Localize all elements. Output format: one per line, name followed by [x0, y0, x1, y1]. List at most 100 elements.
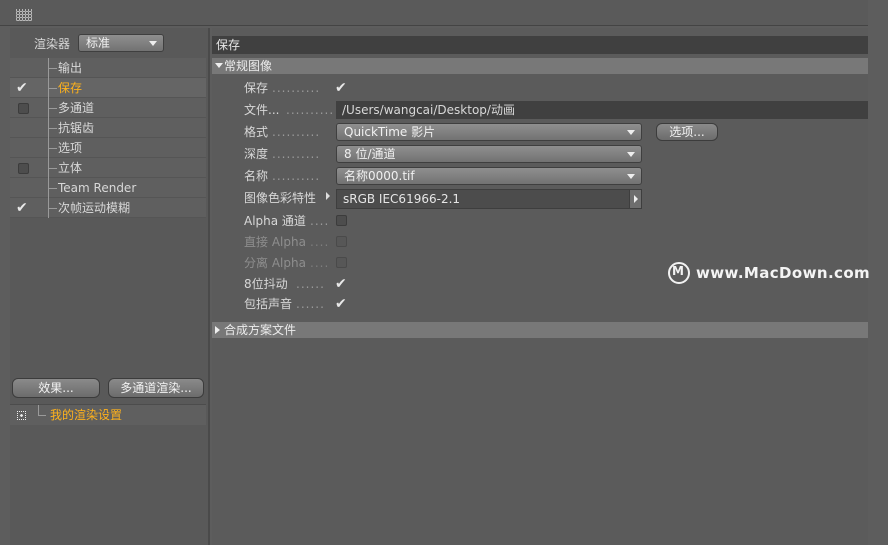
tree-branch [38, 405, 46, 416]
leader-dots: .......... [272, 169, 321, 183]
color-profile-field[interactable]: sRGB IEC61966-2.1 [336, 189, 642, 209]
sound-label: 包括声音 [244, 297, 293, 311]
save-row: 保存 .......... ✔ [244, 78, 864, 98]
alpha-label: Alpha 通道 [244, 214, 306, 228]
leader-dots: .......... [286, 103, 334, 117]
renderer-label: 渲染器 [34, 36, 71, 51]
tree-branch [48, 118, 57, 138]
section-label: 常规图像 [224, 59, 273, 73]
save-checkbox[interactable]: ✔ [335, 78, 347, 98]
depth-value: 8 位/通道 [344, 147, 396, 161]
expand-triangle-icon [215, 326, 220, 334]
left-panel: 渲染器 标准 输出 ✔ 保存 多通道 抗锯齿 选项 立体 Team Render… [10, 28, 208, 545]
format-dropdown[interactable]: QuickTime 影片 [336, 123, 642, 141]
render-setting-label: 我的渲染设置 [50, 408, 123, 422]
macdown-logo-icon [668, 262, 690, 284]
chevron-down-icon [149, 41, 158, 46]
alpha-checkbox[interactable] [336, 215, 347, 226]
leader-dots: ...... [296, 277, 325, 291]
file-label: 文件... [244, 103, 280, 117]
name-label: 名称 [244, 169, 269, 183]
collapse-triangle-icon [215, 63, 223, 68]
watermark-text: www.MacDown.com [696, 264, 871, 282]
tree-item-save[interactable]: ✔ 保存 [10, 78, 206, 98]
checkmark-icon[interactable]: ✔ [16, 199, 28, 217]
file-path-input[interactable]: /Users/wangcai/Desktop/动画 [336, 101, 868, 119]
enable-checkbox[interactable] [18, 103, 29, 114]
tree-branch [48, 98, 57, 118]
straight-alpha-label: 直接 Alpha [244, 235, 306, 249]
leader-dots: .... [310, 235, 330, 249]
depth-dropdown[interactable]: 8 位/通道 [336, 145, 642, 163]
straight-alpha-checkbox[interactable] [336, 236, 347, 247]
leader-dots: .......... [272, 81, 321, 95]
leader-dots: ...... [296, 297, 325, 311]
title-bar [0, 0, 868, 26]
separate-alpha-label: 分离 Alpha [244, 256, 306, 270]
sound-checkbox[interactable]: ✔ [335, 294, 347, 314]
section-general-image[interactable]: 常规图像 [212, 58, 868, 74]
renderer-value: 标准 [86, 36, 111, 50]
multipass-render-button[interactable]: 多通道渲染... [108, 378, 204, 398]
leader-dots: .......... [272, 125, 321, 139]
section-label: 合成方案文件 [224, 323, 297, 337]
color-profile-label: 图像色彩特性 [244, 191, 317, 205]
color-profile-row: 图像色彩特性 sRGB IEC61966-2.1 [244, 188, 864, 209]
right-panel: 保存 常规图像 保存 .......... ✔ 文件... ..........… [212, 28, 868, 545]
panel-title: 保存 [212, 36, 868, 54]
alpha-row: Alpha 通道 .... [244, 211, 864, 231]
renderer-row: 渲染器 标准 [34, 34, 165, 52]
name-row: 名称 .......... 名称0000.tif [244, 166, 864, 186]
effects-button[interactable]: 效果... [12, 378, 100, 398]
file-row: 文件... .......... /Users/wangcai/Desktop/… [244, 100, 868, 120]
triangle-right-icon[interactable] [326, 192, 330, 200]
panel-divider[interactable] [208, 28, 210, 545]
format-value: QuickTime 影片 [344, 125, 436, 139]
format-row: 格式 .......... QuickTime 影片 选项... [244, 122, 864, 142]
chevron-down-icon [627, 130, 635, 135]
tree-item-label: 抗锯齿 [58, 121, 95, 135]
tree-branch [48, 198, 57, 218]
depth-row: 深度 .......... 8 位/通道 [244, 144, 864, 164]
tree-item-output[interactable]: 输出 [10, 58, 206, 78]
save-label: 保存 [244, 81, 269, 95]
checkmark-icon[interactable]: ✔ [16, 79, 28, 97]
leader-dots: .... [310, 214, 330, 228]
tree-item-label: 选项 [58, 141, 83, 155]
depth-label: 深度 [244, 147, 269, 161]
color-profile-value: sRGB IEC61966-2.1 [343, 192, 461, 206]
straight-alpha-row: 直接 Alpha .... [244, 232, 864, 252]
tree-branch [48, 58, 57, 78]
grip-icon[interactable] [16, 9, 32, 21]
tree-branch [48, 178, 57, 198]
chevron-down-icon [627, 174, 635, 179]
tree-item-label: 立体 [58, 161, 83, 175]
tree-item-options[interactable]: 选项 [10, 138, 206, 158]
separate-alpha-checkbox[interactable] [336, 257, 347, 268]
expand-icon[interactable] [17, 411, 26, 420]
leader-dots: .... [310, 256, 330, 270]
section-compositing-file[interactable]: 合成方案文件 [212, 322, 868, 338]
dither-checkbox[interactable]: ✔ [335, 274, 347, 294]
settings-tree: 输出 ✔ 保存 多通道 抗锯齿 选项 立体 Team Render ✔ 次帧运动… [10, 58, 206, 218]
tree-item-stereo[interactable]: 立体 [10, 158, 206, 178]
enable-checkbox[interactable] [18, 163, 29, 174]
options-button[interactable]: 选项... [656, 123, 718, 141]
arrow-right-icon[interactable] [629, 190, 641, 208]
render-setting-item[interactable]: 我的渲染设置 [10, 405, 206, 425]
sound-row: 包括声音 ...... ✔ [244, 294, 864, 314]
tree-item-motion-blur[interactable]: ✔ 次帧运动模糊 [10, 198, 206, 218]
leader-dots: .......... [272, 147, 321, 161]
dither-label: 8位抖动 [244, 277, 288, 291]
watermark: www.MacDown.com [668, 262, 870, 284]
render-settings-list: 我的渲染设置 [10, 404, 206, 545]
tree-item-team-render[interactable]: Team Render [10, 178, 206, 198]
tree-item-label: 多通道 [58, 101, 95, 115]
tree-item-label: 保存 [58, 81, 83, 95]
tree-item-antialiasing[interactable]: 抗锯齿 [10, 118, 206, 138]
tree-branch [48, 138, 57, 158]
tree-item-multipass[interactable]: 多通道 [10, 98, 206, 118]
name-dropdown[interactable]: 名称0000.tif [336, 167, 642, 185]
renderer-dropdown[interactable]: 标准 [78, 34, 165, 52]
tree-item-label: Team Render [58, 181, 137, 195]
